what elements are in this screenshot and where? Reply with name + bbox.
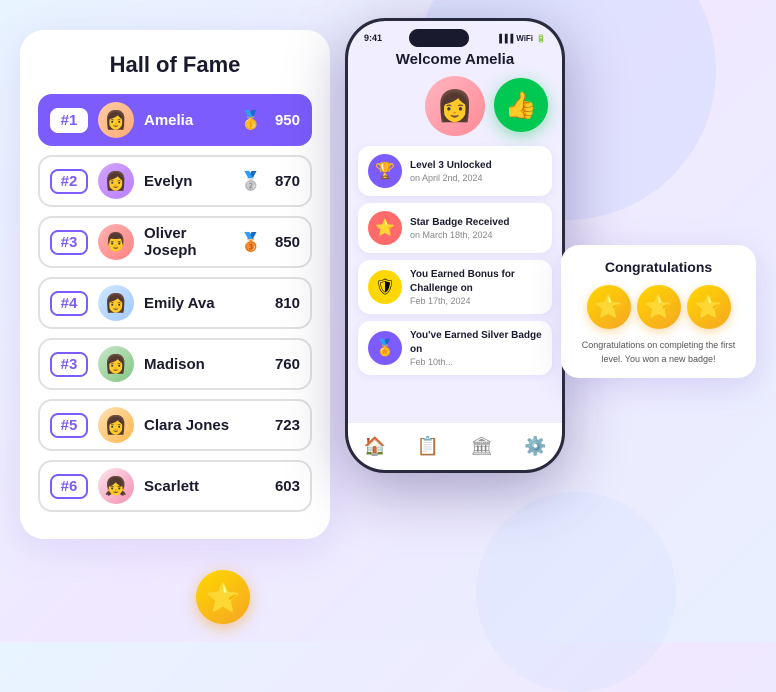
- leaderboard-row-3: #3 👨 Oliver Joseph 🥉 850: [38, 216, 312, 268]
- activity-text-2: Star Badge Received on March 18th, 2024: [410, 216, 510, 240]
- activity-title-2: Star Badge Received: [410, 216, 510, 230]
- name-scarlett: Scarlett: [144, 478, 268, 495]
- leaderboard-row-2: #2 👩 Evelyn 🥈 870: [38, 155, 312, 207]
- congrats-title: Congratulations: [575, 259, 742, 275]
- thumbs-up-icon: 👍: [505, 90, 537, 121]
- activity-card-2: ⭐ Star Badge Received on March 18th, 202…: [358, 203, 552, 253]
- activity-sub-3: Feb 17th, 2024: [410, 296, 542, 306]
- leaderboard-row-1: #1 👩 Amelia 🥇 950: [38, 94, 312, 146]
- score-madison: 760: [268, 356, 300, 373]
- activity-sub-2: on March 18th, 2024: [410, 230, 510, 240]
- score-evelyn: 870: [268, 173, 300, 190]
- activity-icon-4: 🏅: [368, 331, 402, 365]
- avatar-emily: 👩: [98, 285, 134, 321]
- rank-badge-7: #6: [50, 474, 88, 499]
- name-evelyn: Evelyn: [144, 173, 234, 190]
- activity-sub-4: Feb 10th...: [410, 357, 542, 367]
- activity-icon-1: 🏆: [368, 154, 402, 188]
- activity-text-3: You Earned Bonus for Challenge on Feb 17…: [410, 268, 542, 306]
- score-emily: 810: [268, 295, 300, 312]
- activity-card-3: 🛡 You Earned Bonus for Challenge on Feb …: [358, 260, 552, 314]
- medal-evelyn: 🥈: [240, 171, 262, 192]
- name-emily: Emily Ava: [144, 295, 268, 312]
- score-scarlett: 603: [268, 478, 300, 495]
- phone-time: 9:41: [364, 33, 382, 43]
- activity-icon-3: 🛡: [368, 270, 402, 304]
- phone-notch: [409, 29, 469, 47]
- rank-badge-4: #4: [50, 291, 88, 316]
- medal-oliver: 🥉: [240, 232, 262, 253]
- leaderboard-row-6: #5 👩 Clara Jones 723: [38, 399, 312, 451]
- activity-title-3: You Earned Bonus for Challenge on: [410, 268, 542, 296]
- name-amelia: Amelia: [144, 112, 234, 129]
- phone-status-right: ▐▐▐ WiFi 🔋: [496, 34, 546, 43]
- congrats-stars: ⭐ ⭐ ⭐: [575, 285, 742, 329]
- nav-leaderboard-icon[interactable]: 🏛: [470, 436, 493, 457]
- activity-sub-1: on April 2nd, 2024: [410, 173, 492, 183]
- rank-badge-2: #2: [50, 169, 88, 194]
- rank-badge-5: #3: [50, 352, 88, 377]
- battery-icon: 🔋: [536, 34, 546, 43]
- hall-of-fame-title: Hall of Fame: [38, 52, 312, 78]
- thumbs-up-badge: 👍: [494, 78, 548, 132]
- nav-home-icon[interactable]: 🏠: [363, 436, 385, 457]
- phone-user-avatar: 👩: [425, 76, 485, 136]
- avatar-oliver: 👨: [98, 224, 134, 260]
- congrats-text: Congratulations on completing the first …: [575, 339, 742, 366]
- nav-list-icon[interactable]: 📋: [417, 436, 439, 457]
- avatar-evelyn: 👩: [98, 163, 134, 199]
- phone-status-bar: 9:41 ▐▐▐ WiFi 🔋: [348, 21, 562, 47]
- leaderboard-row-5: #3 👩 Madison 760: [38, 338, 312, 390]
- activity-icon-2: ⭐: [368, 211, 402, 245]
- star-coin-2: ⭐: [637, 285, 681, 329]
- activity-title-4: You've Earned Silver Badge on: [410, 329, 542, 357]
- signal-icon: ▐▐▐: [496, 34, 513, 43]
- star-icon: ⭐: [206, 581, 241, 614]
- leaderboard-row-4: #4 👩 Emily Ava 810: [38, 277, 312, 329]
- hall-of-fame-card: Hall of Fame #1 👩 Amelia 🥇 950 #2 👩 Evel…: [20, 30, 330, 539]
- activity-text-1: Level 3 Unlocked on April 2nd, 2024: [410, 159, 492, 183]
- name-madison: Madison: [144, 356, 268, 373]
- star-coin-1: ⭐: [587, 285, 631, 329]
- rank-badge-6: #5: [50, 413, 88, 438]
- avatar-amelia: 👩: [98, 102, 134, 138]
- activity-title-1: Level 3 Unlocked: [410, 159, 492, 173]
- leaderboard-row-7: #6 👧 Scarlett 603: [38, 460, 312, 512]
- wifi-icon: WiFi: [516, 34, 533, 43]
- star-coin-3: ⭐: [687, 285, 731, 329]
- star-medal-decoration: ⭐: [196, 570, 250, 624]
- activity-card-1: 🏆 Level 3 Unlocked on April 2nd, 2024: [358, 146, 552, 196]
- nav-settings-icon[interactable]: ⚙️: [524, 436, 546, 457]
- activity-text-4: You've Earned Silver Badge on Feb 10th..…: [410, 329, 542, 367]
- phone-bottom-nav: 🏠 📋 🏛 ⚙️: [348, 422, 562, 470]
- medal-amelia: 🥇: [240, 110, 262, 131]
- name-clara: Clara Jones: [144, 417, 268, 434]
- avatar-scarlett: 👧: [98, 468, 134, 504]
- congratulations-card: Congratulations ⭐ ⭐ ⭐ Congratulations on…: [561, 245, 756, 378]
- score-oliver: 850: [268, 234, 300, 251]
- score-amelia: 950: [268, 112, 300, 129]
- avatar-madison: 👩: [98, 346, 134, 382]
- rank-badge-3: #3: [50, 230, 88, 255]
- phone-welcome-text: Welcome Amelia: [358, 51, 552, 68]
- name-oliver: Oliver Joseph: [144, 225, 234, 259]
- avatar-clara: 👩: [98, 407, 134, 443]
- rank-badge-1: #1: [50, 108, 88, 133]
- bg-decoration-2: [476, 492, 676, 692]
- activity-card-4: 🏅 You've Earned Silver Badge on Feb 10th…: [358, 321, 552, 375]
- score-clara: 723: [268, 417, 300, 434]
